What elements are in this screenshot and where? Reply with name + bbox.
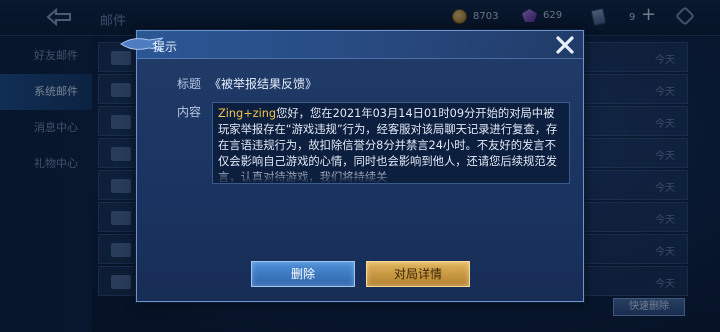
- player-name: Zing+zing: [218, 107, 277, 120]
- content-label: 内容: [177, 105, 202, 119]
- content-text-box[interactable]: Zing+zing您好，您在2021年03月14日01时09分开始的对局中被玩家…: [212, 102, 570, 184]
- delete-button[interactable]: 删除: [251, 261, 355, 287]
- match-details-button[interactable]: 对局详情: [366, 261, 470, 287]
- dialog-title: 提示: [153, 40, 178, 54]
- subject-text: 《被举报结果反馈》: [209, 77, 318, 91]
- dialog-header: 提示: [120, 31, 583, 59]
- close-icon[interactable]: [553, 33, 577, 57]
- subject-label: 标题: [177, 77, 202, 91]
- notice-dialog: 提示 标题 《被举报结果反馈》 内容 Zing+zing您好，您在2021年03…: [120, 30, 584, 302]
- scroll-fade: [213, 169, 569, 183]
